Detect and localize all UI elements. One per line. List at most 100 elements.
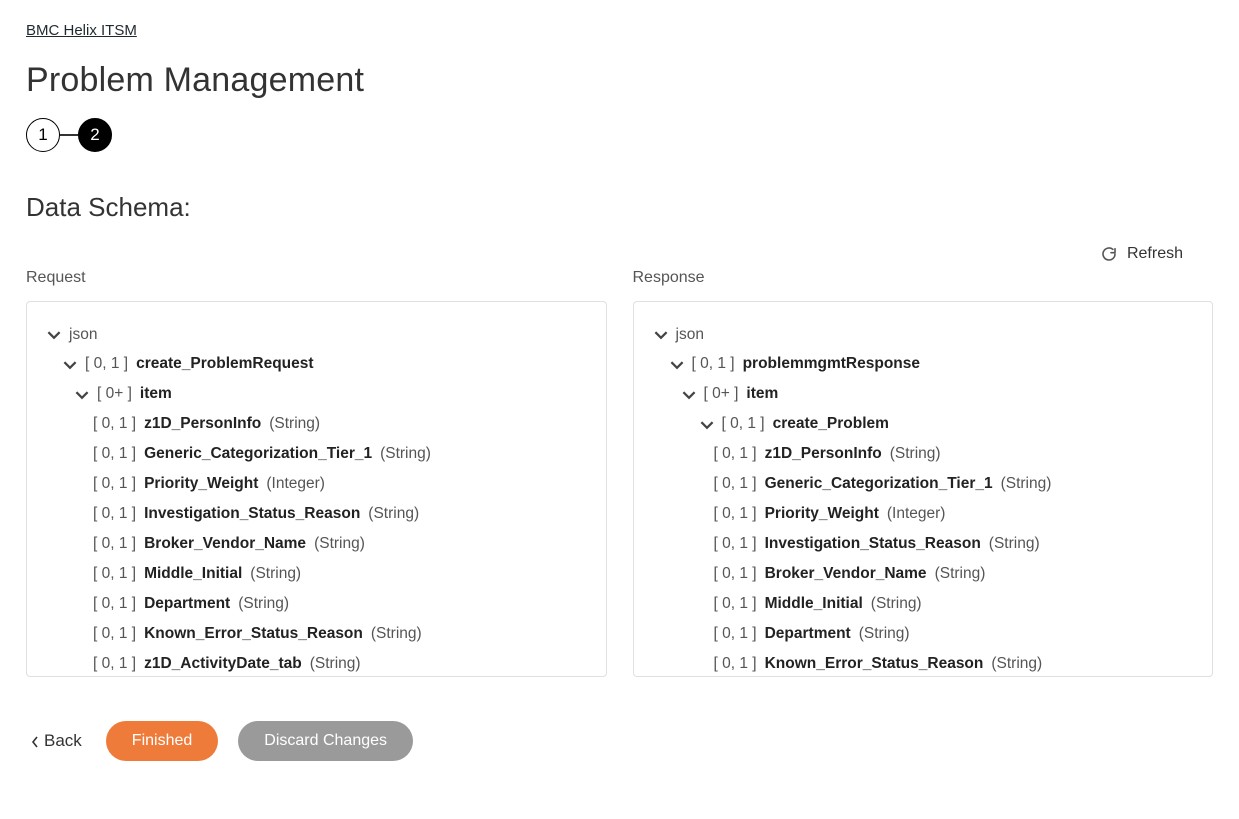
type-label: (String) xyxy=(989,534,1040,555)
cardinality: [ 0, 1 ] xyxy=(714,534,757,555)
tree-leaf[interactable]: [ 0, 1 ] z1D_PersonInfo (String) xyxy=(654,440,1193,470)
tree-leaf[interactable]: [ 0, 1 ] z1D_PersonInfo (String) xyxy=(47,410,586,440)
tree-label: Known_Error_Status_Reason xyxy=(765,654,984,675)
tree-label: Department xyxy=(144,594,230,615)
tree-label: z1D_ActivityDate_tab xyxy=(144,654,302,675)
chevron-down-icon xyxy=(682,388,696,402)
cardinality: [ 0, 1 ] xyxy=(93,414,136,435)
tree-label: Generic_Categorization_Tier_1 xyxy=(765,474,993,495)
tree-label: create_Problem xyxy=(773,414,889,435)
cardinality: [ 0, 1 ] xyxy=(93,624,136,645)
cardinality: [ 0, 1 ] xyxy=(93,444,136,465)
tree-label: Broker_Vendor_Name xyxy=(765,564,927,585)
cardinality: [ 0, 1 ] xyxy=(714,654,757,675)
tree-leaf[interactable]: [ 0, 1 ]Investigation_Status_Reason(Stri… xyxy=(47,500,586,530)
type-label: (String) xyxy=(890,444,941,465)
type-label: (String) xyxy=(871,594,922,615)
type-label: (String) xyxy=(380,444,431,465)
tree-label: json xyxy=(69,325,97,346)
cardinality: [ 0, 1 ] xyxy=(692,354,735,375)
tree-label: item xyxy=(746,384,778,405)
chevron-left-icon xyxy=(30,734,40,748)
tree-label: Middle_Initial xyxy=(765,594,863,615)
type-label: (Integer) xyxy=(266,474,325,495)
tree-label: Broker_Vendor_Name xyxy=(144,534,306,555)
tree-leaf[interactable]: [ 0, 1 ]Broker_Vendor_Name(String) xyxy=(654,559,1193,589)
tree-leaf[interactable]: [ 0, 1 ] Priority_Weight (Integer) xyxy=(47,470,586,500)
tree-label: Department xyxy=(765,624,851,645)
type-label: (String) xyxy=(238,594,289,615)
cardinality: [ 0, 1 ] xyxy=(93,474,136,495)
tree-label: z1D_PersonInfo xyxy=(765,444,882,465)
tree-leaf[interactable]: [ 0, 1 ] Department (String) xyxy=(654,619,1193,649)
tree-leaf[interactable]: [ 0, 1 ]Department(String) xyxy=(47,589,586,619)
tree-leaf[interactable]: [ 0, 1 ]z1D_ActivityDate_tab(String) xyxy=(47,649,586,676)
cardinality: [ 0, 1 ] xyxy=(714,444,757,465)
tree-label: Priority_Weight xyxy=(765,504,879,525)
request-panel: json [ 0, 1 ] create_ProblemRequest [ 0+… xyxy=(26,301,607,677)
refresh-button[interactable]: Refresh xyxy=(1097,241,1187,267)
refresh-icon xyxy=(1101,246,1117,262)
type-label: (String) xyxy=(314,534,365,555)
tree-label: create_ProblemRequest xyxy=(136,354,313,375)
tree-label: z1D_PersonInfo xyxy=(144,414,261,435)
page-title: Problem Management xyxy=(26,61,1213,100)
type-label: (String) xyxy=(269,414,320,435)
cardinality: [ 0, 1 ] xyxy=(93,504,136,525)
chevron-down-icon xyxy=(700,418,714,432)
tree-node[interactable]: [ 0, 1 ] problemmgmtResponse xyxy=(654,350,1193,380)
step-1[interactable]: 1 xyxy=(26,118,60,152)
tree-node-json[interactable]: json xyxy=(47,320,586,350)
tree-node[interactable]: [ 0+ ] item xyxy=(47,380,586,410)
refresh-label: Refresh xyxy=(1127,245,1183,263)
section-heading: Data Schema: xyxy=(26,192,1213,223)
chevron-down-icon xyxy=(75,388,89,402)
tree-label: Investigation_Status_Reason xyxy=(765,534,981,555)
tree-node[interactable]: [ 0, 1 ] create_ProblemRequest xyxy=(47,350,586,380)
back-label: Back xyxy=(44,731,82,751)
tree-leaf[interactable]: [ 0, 1 ] Middle_Initial (String) xyxy=(654,589,1193,619)
cardinality: [ 0+ ] xyxy=(704,384,739,405)
step-2[interactable]: 2 xyxy=(78,118,112,152)
cardinality: [ 0, 1 ] xyxy=(714,594,757,615)
cardinality: [ 0, 1 ] xyxy=(714,564,757,585)
breadcrumb-link[interactable]: BMC Helix ITSM xyxy=(26,22,137,39)
chevron-down-icon xyxy=(47,328,61,342)
type-label: (String) xyxy=(250,564,301,585)
cardinality: [ 0, 1 ] xyxy=(714,474,757,495)
tree-node[interactable]: [ 0, 1 ] create_Problem xyxy=(654,410,1193,440)
tree-label: Investigation_Status_Reason xyxy=(144,504,360,525)
cardinality: [ 0, 1 ] xyxy=(714,624,757,645)
tree-node[interactable]: [ 0+ ] item xyxy=(654,380,1193,410)
back-button[interactable]: Back xyxy=(26,727,86,755)
tree-label: Priority_Weight xyxy=(144,474,258,495)
tree-leaf[interactable]: [ 0, 1 ]Middle_Initial(String) xyxy=(47,559,586,589)
cardinality: [ 0, 1 ] xyxy=(93,534,136,555)
tree-leaf[interactable]: [ 0, 1 ]Generic_Categorization_Tier_1(St… xyxy=(47,440,586,470)
cardinality: [ 0, 1 ] xyxy=(85,354,128,375)
request-title: Request xyxy=(26,269,607,287)
tree-leaf[interactable]: [ 0, 1 ]Generic_Categorization_Tier_1(St… xyxy=(654,470,1193,500)
step-connector xyxy=(60,134,78,136)
tree-leaf[interactable]: [ 0, 1 ]Known_Error_Status_Reason(String… xyxy=(654,649,1193,676)
tree-leaf[interactable]: [ 0, 1 ] Investigation_Status_Reason (Stri… xyxy=(654,529,1193,559)
tree-label: Middle_Initial xyxy=(144,564,242,585)
tree-leaf[interactable]: [ 0, 1 ]Priority_Weight(Integer) xyxy=(654,500,1193,530)
tree-leaf[interactable]: [ 0, 1 ] Broker_Vendor_Name (String) xyxy=(47,529,586,559)
response-title: Response xyxy=(633,269,1214,287)
chevron-down-icon xyxy=(654,328,668,342)
tree-label: problemmgmtResponse xyxy=(743,354,920,375)
finished-button[interactable]: Finished xyxy=(106,721,218,761)
type-label: (String) xyxy=(859,624,910,645)
stepper: 1 2 xyxy=(26,118,1213,152)
cardinality: [ 0, 1 ] xyxy=(714,504,757,525)
chevron-down-icon xyxy=(670,358,684,372)
tree-label: Known_Error_Status_Reason xyxy=(144,624,363,645)
cardinality: [ 0, 1 ] xyxy=(93,654,136,675)
discard-button[interactable]: Discard Changes xyxy=(238,721,413,761)
tree-node-json[interactable]: json xyxy=(654,320,1193,350)
response-panel: json [ 0, 1 ] problemmgmtResponse [ 0+ ]… xyxy=(633,301,1214,677)
tree-label: json xyxy=(676,325,704,346)
tree-leaf[interactable]: [ 0, 1 ]Known_Error_Status_Reason(String… xyxy=(47,619,586,649)
cardinality: [ 0, 1 ] xyxy=(722,414,765,435)
